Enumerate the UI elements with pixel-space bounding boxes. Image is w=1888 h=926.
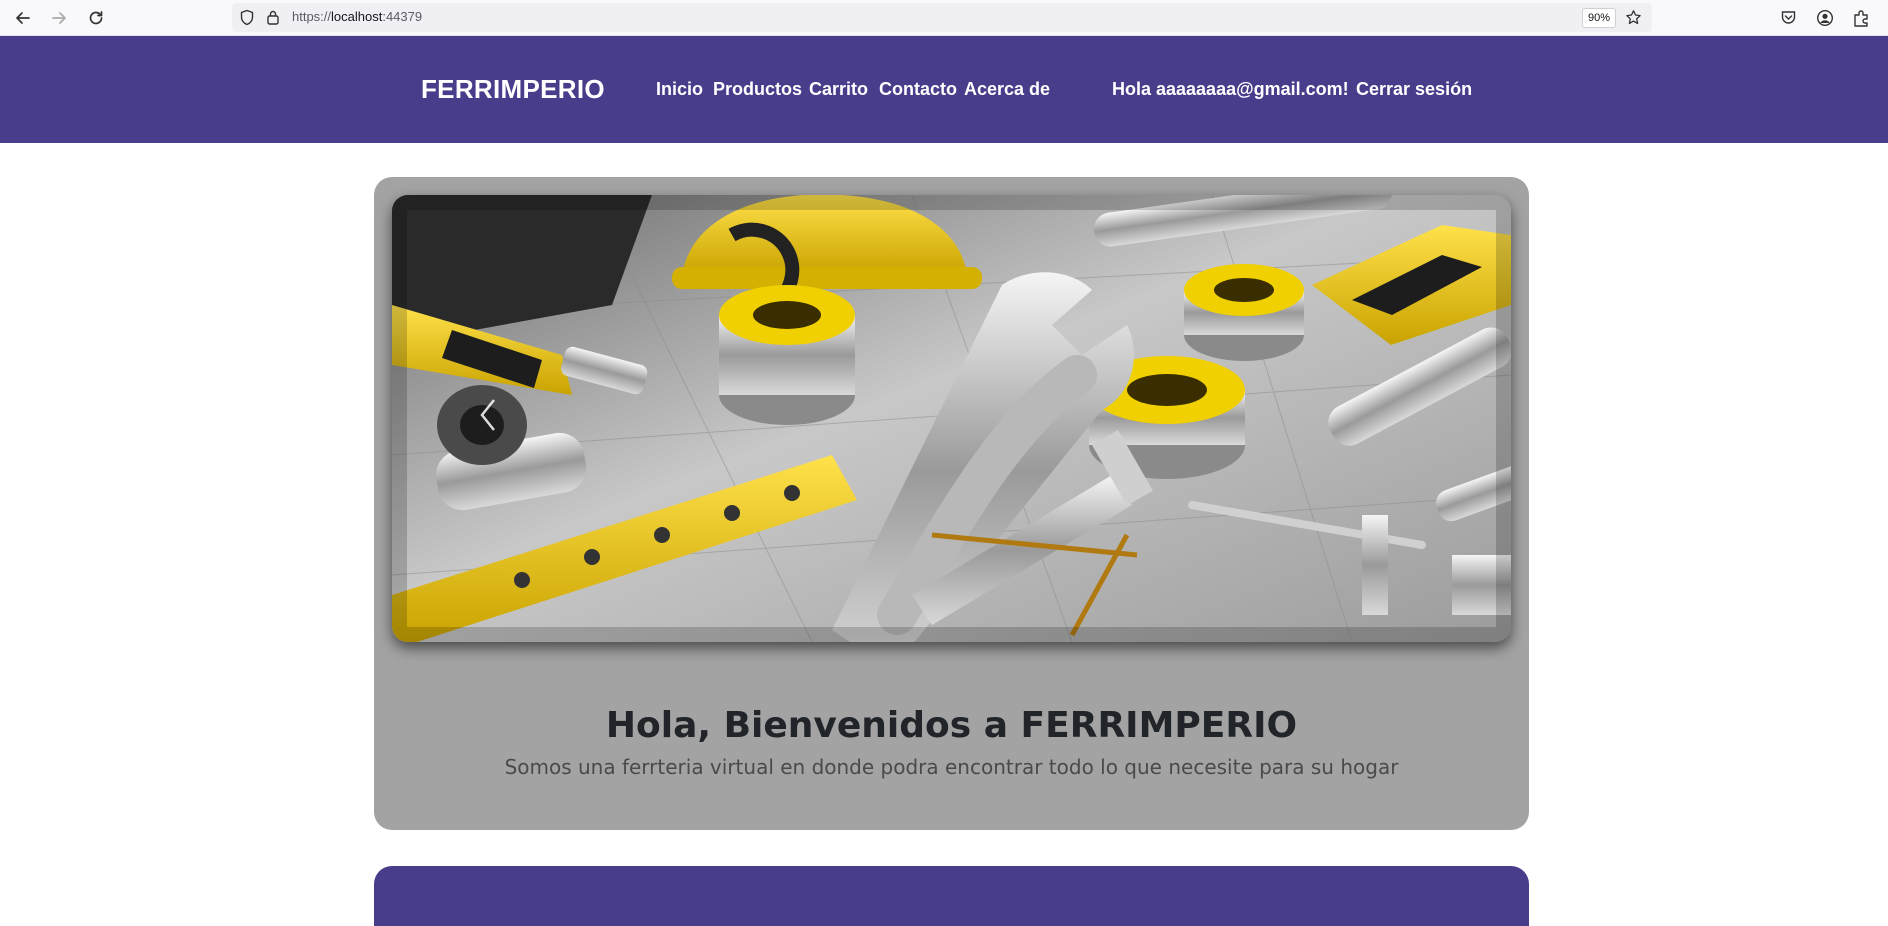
nav-link-contacto[interactable]: Contacto <box>879 79 957 100</box>
lock-icon[interactable] <box>266 9 280 26</box>
next-section <box>374 866 1529 926</box>
nav-link-acerca-de[interactable]: Acerca de <box>964 79 1050 100</box>
browser-toolbar: https://localhost:44379 90% <box>0 0 1888 36</box>
nav-link-carrito[interactable]: Carrito <box>809 79 868 100</box>
hardware-tools-image <box>392 195 1511 642</box>
nav-link-productos[interactable]: Productos <box>713 79 802 100</box>
address-bar[interactable]: https://localhost:44379 90% <box>232 3 1652 32</box>
url-host: localhost <box>331 9 383 24</box>
reload-icon[interactable] <box>82 4 110 32</box>
zoom-level-badge[interactable]: 90% <box>1582 8 1617 28</box>
nav-link-inicio[interactable]: Inicio <box>656 79 703 100</box>
hero-card: Hola, Bienvenidos a FERRIMPERIO Somos un… <box>374 177 1529 830</box>
site-header: FERRIMPERIO Inicio Productos Carrito Con… <box>0 36 1888 143</box>
extensions-icon[interactable] <box>1852 9 1870 27</box>
back-arrow-icon[interactable] <box>9 4 37 32</box>
account-icon[interactable] <box>1816 9 1834 27</box>
url-port: :44379 <box>382 9 423 24</box>
logout-link[interactable]: Cerrar sesión <box>1356 79 1472 100</box>
brand-logo[interactable]: FERRIMPERIO <box>421 74 605 105</box>
url-text[interactable]: https://localhost:44379 <box>292 9 422 24</box>
bookmark-star-icon[interactable] <box>1625 9 1642 26</box>
hero-subtitle: Somos una ferrteria virtual en donde pod… <box>504 755 1399 779</box>
url-scheme: https:// <box>292 9 332 24</box>
shield-icon[interactable] <box>239 9 255 26</box>
user-greeting-link[interactable]: Hola aaaaaaaa@gmail.com! <box>1112 79 1349 100</box>
forward-arrow-icon[interactable] <box>45 4 73 32</box>
pocket-icon[interactable] <box>1780 9 1797 26</box>
hero-title: Hola, Bienvenidos a FERRIMPERIO <box>605 705 1298 746</box>
chevron-left-icon <box>480 399 495 431</box>
carousel-prev-button[interactable] <box>468 385 508 445</box>
